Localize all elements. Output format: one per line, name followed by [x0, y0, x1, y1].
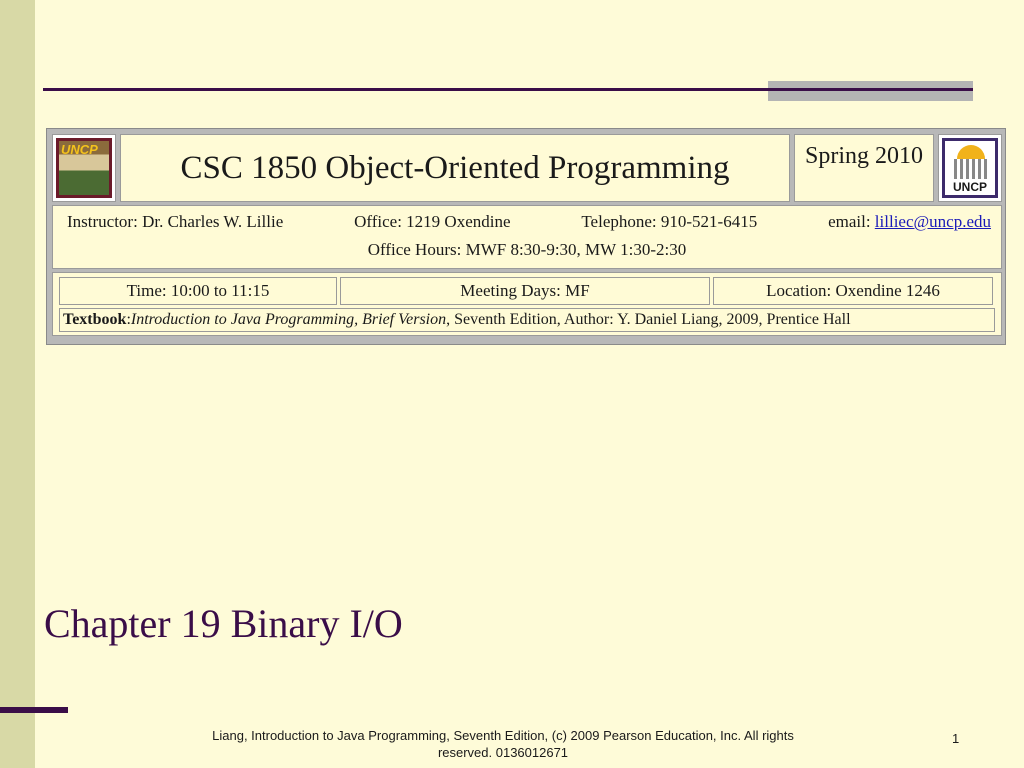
office-location: Office: 1219 Oxendine [354, 212, 511, 231]
instructor-info-row: Instructor: Dr. Charles W. Lillie Office… [52, 205, 1002, 269]
slide-footer: Liang, Introduction to Java Programming,… [212, 728, 794, 760]
email-label: email: [828, 212, 875, 231]
page-number: 1 [952, 731, 960, 746]
course-header-banner: UNCP CSC 1850 Object-Oriented Programmin… [46, 128, 1006, 345]
meeting-days: Meeting Days: MF [340, 277, 710, 305]
top-rule-gray-block [768, 81, 973, 101]
columns-icon [954, 159, 990, 179]
telephone: Telephone: 910-521-6415 [581, 212, 758, 231]
course-title: CSC 1850 Object-Oriented Programming [120, 134, 790, 202]
left-sidebar-bar [0, 0, 35, 768]
sun-icon [957, 145, 985, 159]
email-link[interactable]: lilliec@uncp.edu [875, 212, 991, 231]
left-accent-line [0, 707, 68, 713]
uncp-seal-logo: UNCP [938, 134, 1002, 202]
schedule-info-row: Time: 10:00 to 11:15 Meeting Days: MF Lo… [52, 272, 1002, 336]
course-term: Spring 2010 [794, 134, 934, 202]
class-location: Location: Oxendine 1246 [713, 277, 993, 305]
textbook-details: , Seventh Edition, Author: Y. Daniel Lia… [446, 311, 851, 328]
uncp-building-logo: UNCP [52, 134, 116, 202]
textbook-label: Textbook [63, 311, 127, 328]
uncp-seal-text: UNCP [952, 180, 987, 194]
textbook-title: Introduction to Java Programming, Brief … [130, 311, 447, 328]
top-rule [43, 88, 973, 91]
uncp-logo-text: UNCP [61, 142, 98, 157]
class-time: Time: 10:00 to 11:15 [59, 277, 337, 305]
office-hours: Office Hours: MWF 8:30-9:30, MW 1:30-2:3… [367, 240, 687, 259]
email-field: email: lilliec@uncp.edu [828, 212, 991, 232]
textbook-info: Textbook: Introduction to Java Programmi… [59, 308, 995, 332]
instructor-name: Instructor: Dr. Charles W. Lillie [67, 212, 284, 231]
banner-title-row: UNCP CSC 1850 Object-Oriented Programmin… [52, 134, 1002, 202]
slide-title: Chapter 19 Binary I/O [44, 601, 403, 646]
